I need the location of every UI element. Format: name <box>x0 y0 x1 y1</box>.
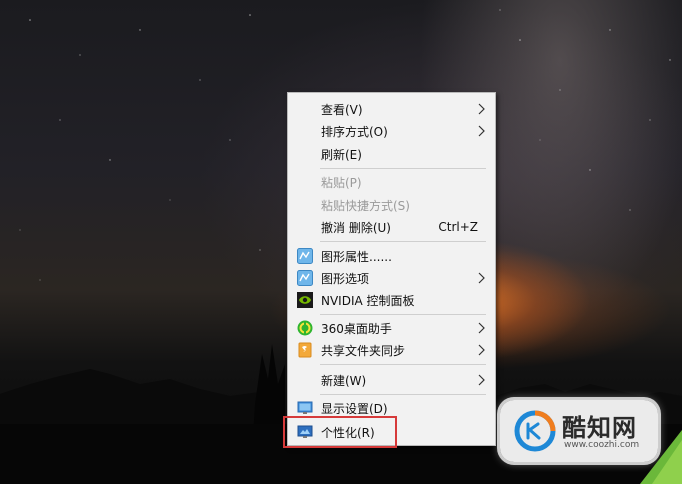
menu-item-label: 图形选项 <box>321 271 370 286</box>
chevron-right-icon <box>478 322 485 334</box>
menu-item-paste-shortcut: 粘贴快捷方式(S) <box>289 194 494 216</box>
intel-graphics-icon <box>297 270 313 286</box>
menu-item-label: 撤消 删除(U) <box>321 220 391 235</box>
highlight-box <box>283 416 397 448</box>
menu-item-nvidia-control-panel[interactable]: NVIDIA 控制面板 <box>289 289 494 311</box>
menu-item-label: 360桌面助手 <box>321 321 392 336</box>
menu-item-label: 显示设置(D) <box>321 401 388 416</box>
menu-item-label: NVIDIA 控制面板 <box>321 293 415 308</box>
menu-item-label: 粘贴(P) <box>321 175 362 190</box>
menu-item-label: 刷新(E) <box>321 147 362 162</box>
menu-item-label: 排序方式(O) <box>321 124 388 139</box>
menu-item-graphics-properties[interactable]: 图形属性...... <box>289 245 494 267</box>
menu-item-label: 查看(V) <box>321 102 363 117</box>
menu-item-shared-folder-sync[interactable]: 共享文件夹同步 <box>289 339 494 361</box>
shared-folder-sync-icon <box>298 342 312 358</box>
menu-item-view[interactable]: 查看(V) <box>289 98 494 120</box>
watermark-url: www.coozhi.com <box>564 440 640 450</box>
menu-item-sort-by[interactable]: 排序方式(O) <box>289 120 494 142</box>
menu-item-refresh[interactable]: 刷新(E) <box>289 143 494 165</box>
menu-separator <box>320 364 486 365</box>
intel-graphics-icon <box>297 248 313 264</box>
menu-item-new[interactable]: 新建(W) <box>289 369 494 391</box>
desktop-context-menu: 查看(V) 排序方式(O) 刷新(E) 粘贴(P) 粘贴快捷方式(S) 撤消 删… <box>287 92 496 446</box>
watermark-badge: 酷知网 www.coozhi.com <box>500 400 658 462</box>
nvidia-icon <box>297 292 313 308</box>
display-settings-icon <box>297 401 313 414</box>
menu-item-label: 粘贴快捷方式(S) <box>321 198 410 213</box>
menu-separator <box>320 241 486 242</box>
menu-item-graphics-options[interactable]: 图形选项 <box>289 267 494 289</box>
decorative-green-corner <box>640 430 682 484</box>
menu-separator <box>320 168 486 169</box>
chevron-right-icon <box>478 272 485 284</box>
coozhi-logo-icon <box>514 410 556 452</box>
chevron-right-icon <box>478 344 485 356</box>
menu-separator <box>320 394 486 395</box>
menu-item-undo-delete[interactable]: 撤消 删除(U) Ctrl+Z <box>289 216 494 238</box>
menu-item-label: 共享文件夹同步 <box>321 343 406 358</box>
chevron-right-icon <box>478 103 485 115</box>
menu-item-label: 新建(W) <box>321 373 367 388</box>
menu-separator <box>320 314 486 315</box>
chevron-right-icon <box>478 374 485 386</box>
menu-item-paste: 粘贴(P) <box>289 171 494 193</box>
chevron-right-icon <box>478 125 485 137</box>
menu-item-label: 图形属性...... <box>321 249 392 264</box>
360-assistant-icon <box>297 320 313 336</box>
watermark-title: 酷知网 <box>562 414 637 442</box>
shortcut-text: Ctrl+Z <box>438 220 478 234</box>
menu-item-360-desktop-assistant[interactable]: 360桌面助手 <box>289 317 494 339</box>
